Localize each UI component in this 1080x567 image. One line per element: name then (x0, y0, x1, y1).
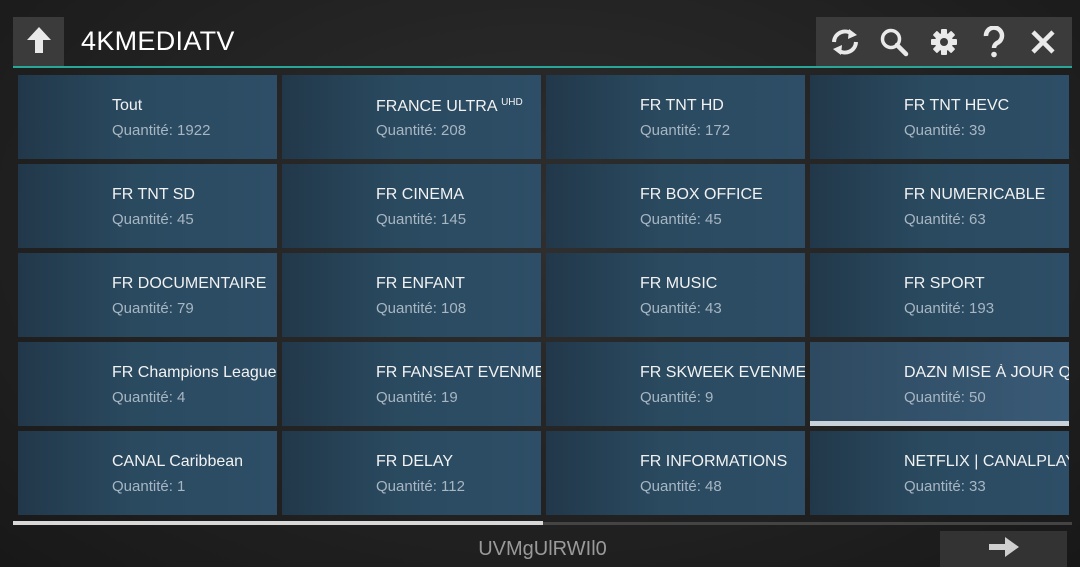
category-name: FR DOCUMENTAIRE (112, 275, 267, 292)
category-name: FR SKWEEK EVENMENT (640, 364, 805, 381)
scrollbar-thumb[interactable] (13, 521, 543, 525)
category-tile[interactable]: FR ENFANT Quantité: 108 (282, 253, 541, 337)
arrow-right-icon (987, 534, 1021, 565)
category-count: Quantité: 45 (640, 211, 722, 228)
category-tile[interactable]: FR SKWEEK EVENMENT Quantité: 9 (546, 342, 805, 426)
category-count: Quantité: 4 (112, 389, 186, 406)
category-tile[interactable]: FR DELAY Quantité: 112 (282, 431, 541, 515)
category-count: Quantité: 108 (376, 300, 467, 317)
category-tile[interactable]: FR TNT HEVC Quantité: 39 (810, 75, 1069, 159)
category-name: CANAL Caribbean (112, 453, 244, 470)
category-count: Quantité: 193 (904, 300, 995, 317)
search-icon (879, 27, 909, 57)
category-count: Quantité: 112 (376, 478, 465, 495)
gear-icon (929, 27, 959, 57)
category-count: Quantité: 50 (904, 389, 986, 406)
category-name: FR DELAY (376, 453, 454, 470)
category-name: FRANCE ULTRA UHD (376, 97, 523, 115)
category-count: Quantité: 63 (904, 211, 986, 228)
category-count: Quantité: 33 (904, 478, 986, 495)
category-count: Quantité: 19 (376, 389, 458, 406)
category-tile[interactable]: NETFLIX | CANALPLAY Quantité: 33 (810, 431, 1069, 515)
category-tile[interactable]: FR BOX OFFICE Quantité: 45 (546, 164, 805, 248)
refresh-button[interactable] (823, 20, 867, 64)
category-count: Quantité: 208 (376, 122, 467, 139)
category-tile[interactable]: FRANCE ULTRA UHD Quantité: 208 (282, 75, 541, 159)
category-tile[interactable]: FR CINEMA Quantité: 145 (282, 164, 541, 248)
settings-button[interactable] (922, 20, 966, 64)
close-icon (1030, 29, 1056, 55)
category-name: FR Champions League (112, 364, 277, 381)
category-name: FR BOX OFFICE (640, 186, 763, 203)
category-name: FR TNT HD (640, 97, 724, 114)
close-button[interactable] (1021, 20, 1065, 64)
category-name: FR FANSEAT EVENMENT (376, 364, 541, 381)
category-grid: Tout Quantité: 1922 FRANCE ULTRA UHD Qua… (18, 75, 1069, 516)
category-count: Quantité: 172 (640, 122, 731, 139)
app-title: 4KMEDIATV (81, 26, 235, 56)
category-count: Quantité: 39 (904, 122, 986, 139)
category-name: FR INFORMATIONS (640, 453, 788, 470)
category-count: Quantité: 145 (376, 211, 467, 228)
help-button[interactable] (972, 20, 1016, 64)
category-name: FR TNT HEVC (904, 97, 1010, 114)
category-tile[interactable]: FR NUMERICABLE Quantité: 63 (810, 164, 1069, 248)
category-name: FR MUSIC (640, 275, 718, 292)
category-tile[interactable]: CANAL Caribbean Quantité: 1 (18, 431, 277, 515)
search-button[interactable] (872, 20, 916, 64)
category-name: Tout (112, 97, 143, 114)
category-tile[interactable]: FR Champions League Quantité: 4 (18, 342, 277, 426)
category-count: Quantité: 1922 (112, 122, 211, 139)
category-count: Quantité: 1 (112, 478, 186, 495)
category-tile[interactable]: FR DOCUMENTAIRE Quantité: 79 (18, 253, 277, 337)
category-tile[interactable]: FR SPORT Quantité: 193 (810, 253, 1069, 337)
category-tile[interactable]: FR TNT SD Quantité: 45 (18, 164, 277, 248)
footer-code: UVMgUlRWIl0 (478, 538, 607, 560)
category-name: FR ENFANT (376, 275, 465, 292)
toolbar (816, 17, 1072, 67)
category-count: Quantité: 9 (640, 389, 714, 406)
header-bar: 4KMEDIATV (0, 0, 1080, 70)
category-name: FR CINEMA (376, 186, 464, 203)
category-name: FR TNT SD (112, 186, 195, 203)
next-page-button[interactable] (940, 531, 1067, 567)
category-tile-selected[interactable]: DAZN MISE À JOUR QUOTIDIENNE Quantité: 5… (810, 342, 1069, 426)
category-tile[interactable]: FR INFORMATIONS Quantité: 48 (546, 431, 805, 515)
back-button[interactable] (13, 17, 64, 67)
category-count: Quantité: 45 (112, 211, 194, 228)
category-tile[interactable]: FR TNT HD Quantité: 172 (546, 75, 805, 159)
category-tile[interactable]: Tout Quantité: 1922 (18, 75, 277, 159)
category-name: DAZN MISE À JOUR QUOTIDIENNE (904, 364, 1069, 381)
category-count: Quantité: 43 (640, 300, 722, 317)
category-tile[interactable]: FR MUSIC Quantité: 43 (546, 253, 805, 337)
category-name: NETFLIX | CANALPLAY (904, 453, 1069, 470)
category-name: FR SPORT (904, 275, 985, 292)
help-icon (981, 26, 1007, 58)
refresh-icon (828, 27, 862, 57)
category-tile[interactable]: FR FANSEAT EVENMENT Quantité: 19 (282, 342, 541, 426)
uhd-badge: UHD (501, 97, 523, 108)
category-name: FR NUMERICABLE (904, 186, 1046, 203)
category-count: Quantité: 48 (640, 478, 722, 495)
header-divider (13, 66, 1072, 68)
back-arrow-icon (24, 24, 54, 61)
category-count: Quantité: 79 (112, 300, 194, 317)
